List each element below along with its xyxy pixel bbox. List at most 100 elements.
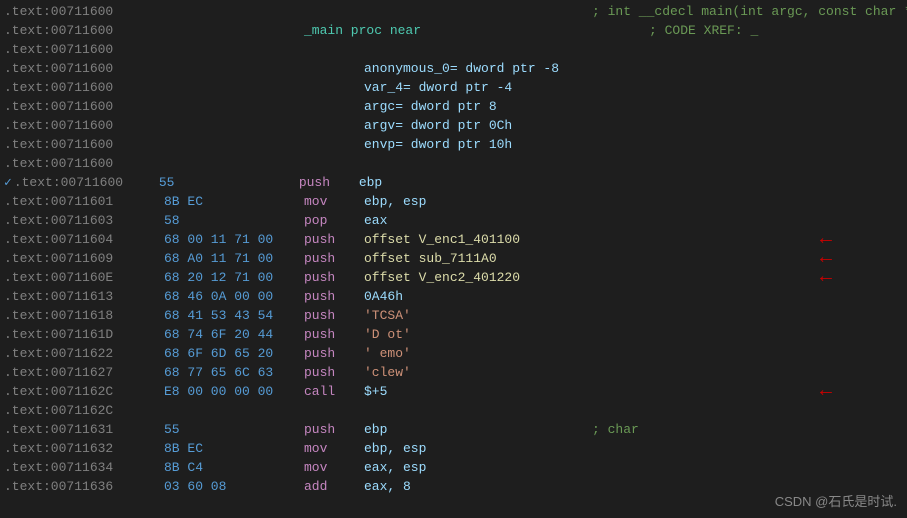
address: .text:00711634 [4,460,164,475]
red-arrow: ← [820,382,832,402]
bytes: 8B C4 [164,460,304,475]
bytes: 68 00 11 71 00 [164,232,304,247]
operand: 'TCSA' [364,308,584,323]
address: .text:00711600 [4,118,164,133]
address: .text:00711618 [4,308,164,323]
operand: var_4= dword ptr -4 [364,80,584,95]
mnemonic: mov [304,460,364,475]
mnemonic: push [304,346,364,361]
bytes: 58 [164,213,304,228]
mnemonic: add [304,479,364,494]
code-line: .text:007116348B C4moveax, esp [0,458,907,477]
address: .text:00711600 [4,23,164,38]
address: .text:0071162C [4,384,164,399]
code-line: .text:00711600 [0,154,907,173]
code-line: .text:007116328B ECmovebp, esp [0,439,907,458]
code-line: .text:0071160358popeax [0,211,907,230]
comment: ; int __cdecl main(int argc, const char … [592,4,907,19]
bytes: 68 46 0A 00 00 [164,289,304,304]
bytes: E8 00 00 00 00 [164,384,304,399]
code-line: .text:0071160E68 20 12 71 00pushoffset V… [0,268,907,287]
code-line: .text:0071163155pushebp ; char [0,420,907,439]
red-arrow: ← [820,268,832,288]
operand: eax [364,213,584,228]
bytes: 8B EC [164,441,304,456]
bytes: 68 74 6F 20 44 [164,327,304,342]
mnemonic: push [304,327,364,342]
operand: 'D ot' [364,327,584,342]
address: .text:00711622 [4,346,164,361]
address: .text:00711632 [4,441,164,456]
code-line: .text:0071161368 46 0A 00 00push0A46h [0,287,907,306]
comment: ; char [592,422,639,437]
check-mark: ✓ [4,175,12,190]
bytes: 68 20 12 71 00 [164,270,304,285]
address: .text:00711601 [4,194,164,209]
watermark: CSDN @石氏是时试. [775,491,897,510]
operand: ebp [359,175,579,190]
operand: argv= dword ptr 0Ch [364,118,584,133]
mnemonic: mov [304,194,364,209]
bytes: 03 60 08 [164,479,304,494]
code-line: .text:00711600 var_4= dword ptr -4 [0,78,907,97]
address: .text:00711627 [4,365,164,380]
mnemonic: push [304,251,364,266]
code-line: .text:0071163603 60 08addeax, 8 [0,477,907,496]
code-line: .text:00711600envp= dword ptr 10h [0,135,907,154]
bytes: 68 A0 11 71 00 [164,251,304,266]
code-view: .text:00711600 ; int __cdecl main(int arg… [0,0,907,518]
bytes: 68 77 65 6C 63 [164,365,304,380]
address: .text:0071161D [4,327,164,342]
bytes: 55 [159,175,299,190]
address: .text:00711603 [4,213,164,228]
code-line: .text:00711600 [0,40,907,59]
address: .text:00711600 [4,4,164,19]
address: .text:00711609 [4,251,164,266]
address: .text:00711631 [4,422,164,437]
mnemonic: push [304,270,364,285]
code-line: .text:0071162768 77 65 6C 63push'clew' [0,363,907,382]
operand: envp= dword ptr 10h [364,137,584,152]
code-line: .text:007116018B ECmovebp, esp [0,192,907,211]
bytes: 8B EC [164,194,304,209]
code-line: .text:0071161868 41 53 43 54push'TCSA' [0,306,907,325]
bytes: 55 [164,422,304,437]
mnemonic: push [299,175,359,190]
operand: eax, 8 [364,479,584,494]
code-line: .text:0071162C [0,401,907,420]
mnemonic: push [304,289,364,304]
operand: eax, esp [364,460,584,475]
code-line: .text:0071162CE8 00 00 00 00call$+5 ← [0,382,907,401]
address: .text:00711600 [4,99,164,114]
address: .text:00711600 [4,42,164,57]
mnemonic: push [304,308,364,323]
code-line: .text:00711600 ; int __cdecl main(int arg… [0,2,907,21]
comment: ; CODE XREF: _ [649,23,758,38]
mnemonic: pop [304,213,364,228]
address: .text:0071160E [4,270,164,285]
operand: ebp, esp [364,194,584,209]
operand: offset V_enc1_401100 [364,232,584,247]
operand: $+5 [364,384,584,399]
address: .text:00711604 [4,232,164,247]
address: .text:0071162C [4,403,164,418]
operand: 0A46h [364,289,584,304]
address: .text:00711636 [4,479,164,494]
address: .text:00711613 [4,289,164,304]
code-line: .text:00711600argc= dword ptr 8 [0,97,907,116]
code-line: ✓ .text:0071160055pushebp [0,173,907,192]
address: .text:00711600 [4,80,164,95]
operand: ebp [364,422,584,437]
code-line: .text:0071162268 6F 6D 65 20push' emo' [0,344,907,363]
code-line: .text:00711600anonymous_0= dword ptr -8 [0,59,907,78]
mnemonic: push [304,422,364,437]
code-line: .text:0071160468 00 11 71 00pushoffset V… [0,230,907,249]
mnemonic: call [304,384,364,399]
mnemonic: mov [304,441,364,456]
bytes: 68 6F 6D 65 20 [164,346,304,361]
operand: offset V_enc2_401220 [364,270,584,285]
mnemonic: push [304,365,364,380]
operand: anonymous_0= dword ptr -8 [364,61,584,76]
mnemonic: _main proc near [304,23,421,38]
code-line: .text:0071161D68 74 6F 20 44push'D ot' [0,325,907,344]
